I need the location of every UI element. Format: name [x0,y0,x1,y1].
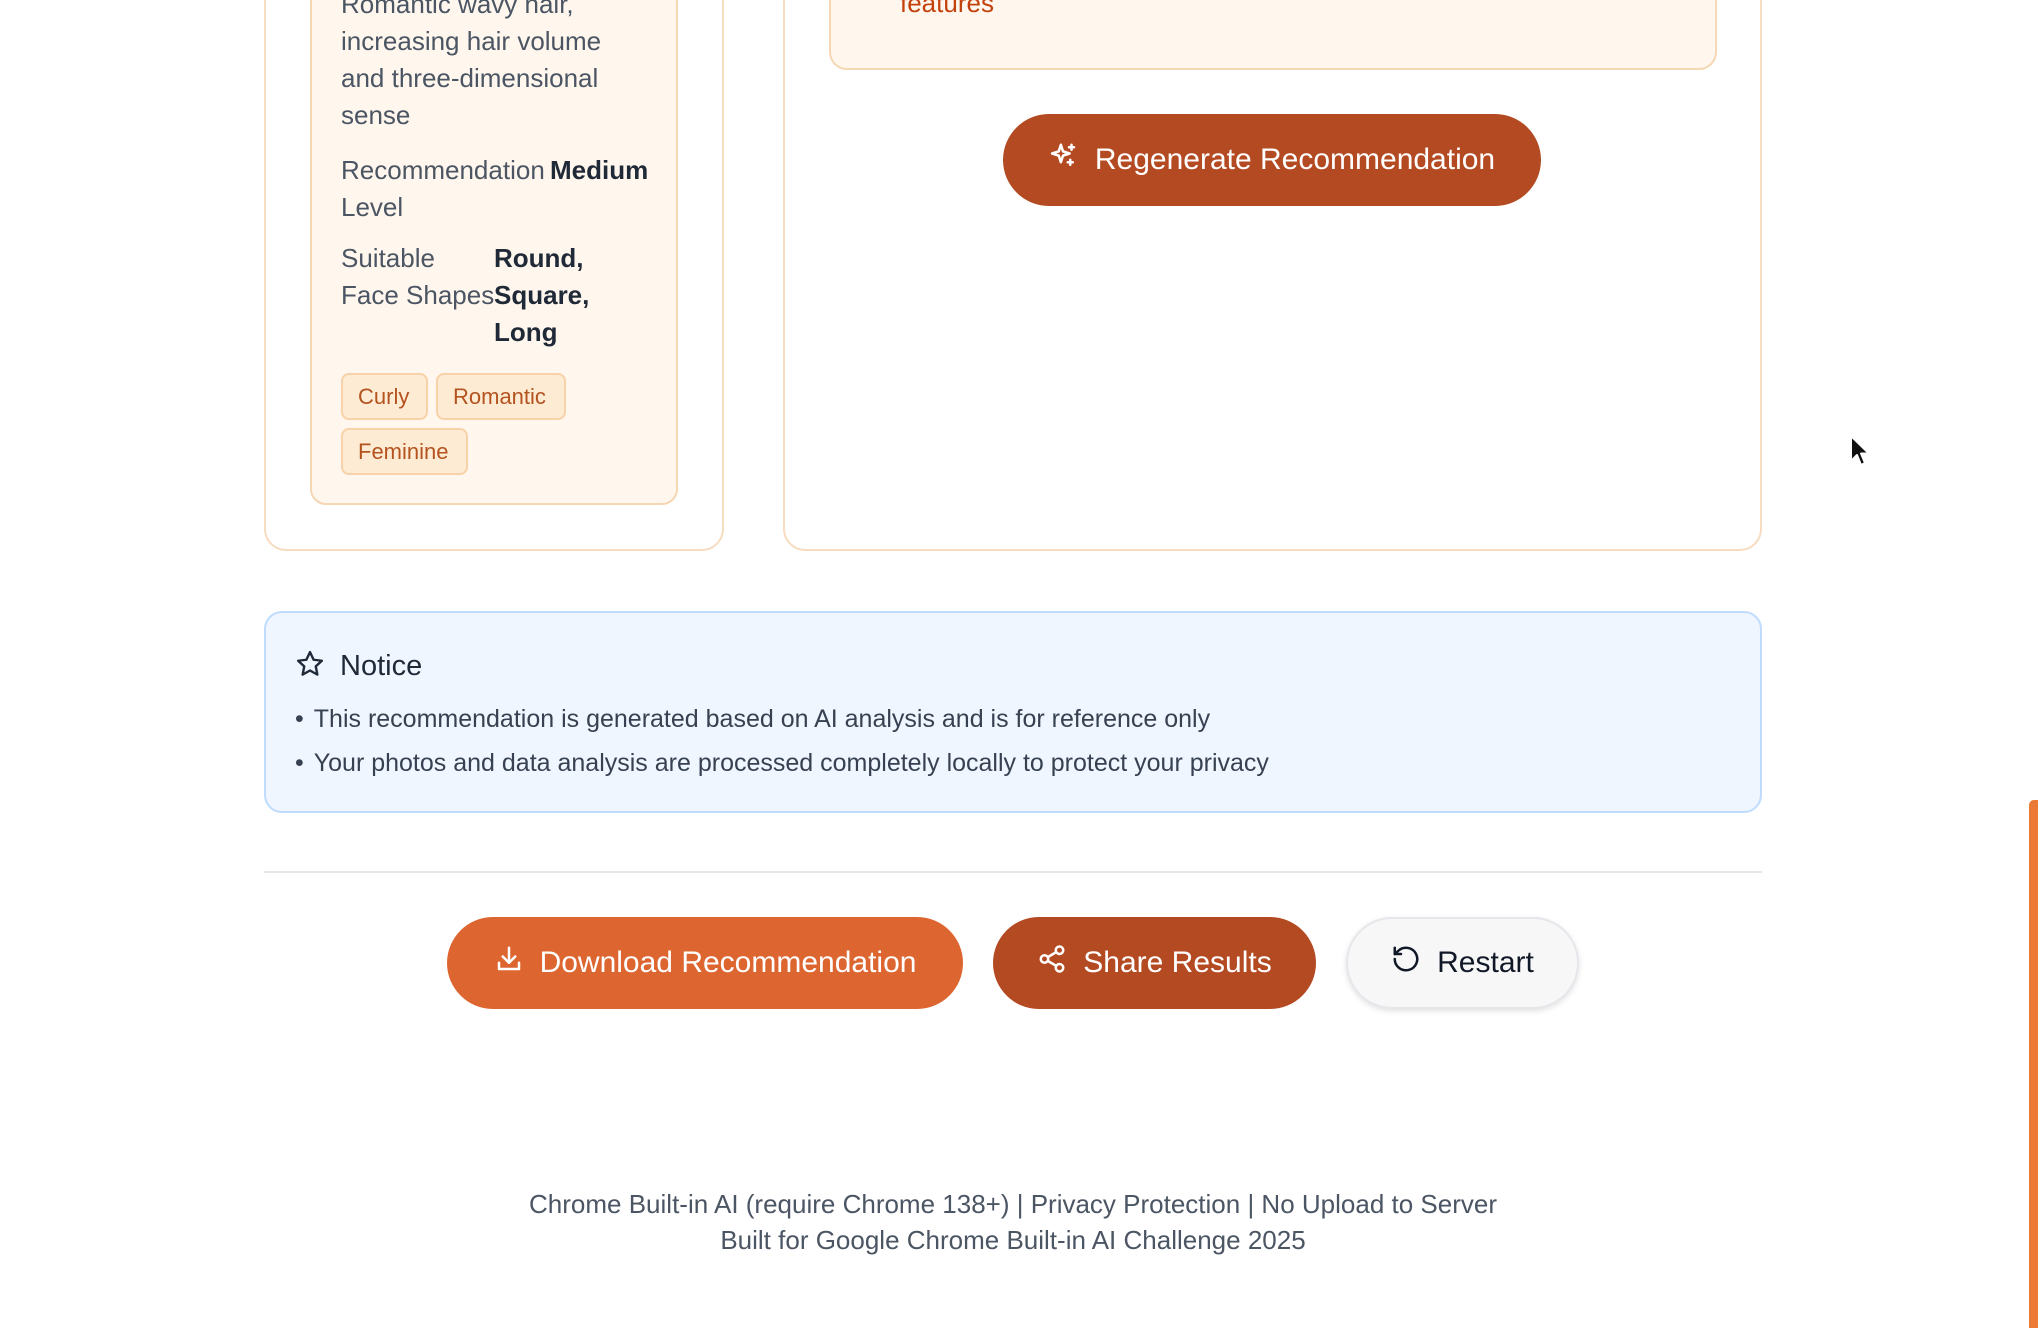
download-recommendation-button[interactable]: Download Recommendation [447,917,963,1009]
tag-curly: Curly [341,373,428,420]
face-shapes-label: Suitable Face Shapes [341,243,495,310]
share-results-button[interactable]: Share Results [993,917,1316,1009]
tag-feminine: Feminine [341,428,468,475]
download-icon [494,944,524,982]
section-divider [264,871,1762,873]
tag-romantic: Romantic [436,373,566,420]
footer-line-1: Chrome Built-in AI (require Chrome 138+)… [529,1189,1497,1219]
star-icon [295,649,325,684]
recommendation-level-value: Medium [550,155,649,185]
mouse-cursor-icon [1849,434,1871,468]
restart-label: Restart [1437,946,1534,979]
features-text: features [900,0,994,18]
share-icon [1037,944,1067,982]
hairstyle-description: Romantic wavy hair, increasing hair volu… [341,0,602,130]
sparkles-icon [1049,141,1079,179]
download-label: Download Recommendation [539,946,917,979]
notice-line-2: • Your photos and data analysis are proce… [295,749,1269,777]
share-label: Share Results [1083,946,1272,979]
notice-header: Notice [295,646,422,686]
recommendation-level-label: Recommendation Level [341,155,545,222]
footer-line-2: Built for Google Chrome Built-in AI Chal… [720,1225,1306,1255]
recommendation-panel [783,0,1762,551]
rotate-ccw-icon [1391,944,1421,982]
face-shapes-value: Round, Square, Long [494,243,590,347]
scrollbar-thumb[interactable] [2029,800,2038,1328]
regenerate-recommendation-button[interactable]: Regenerate Recommendation [1003,114,1541,206]
regenerate-label: Regenerate Recommendation [1094,143,1496,176]
restart-button[interactable]: Restart [1346,917,1579,1009]
notice-title: Notice [340,649,423,682]
notice-line-1: • This recommendation is generated based … [295,705,1211,733]
